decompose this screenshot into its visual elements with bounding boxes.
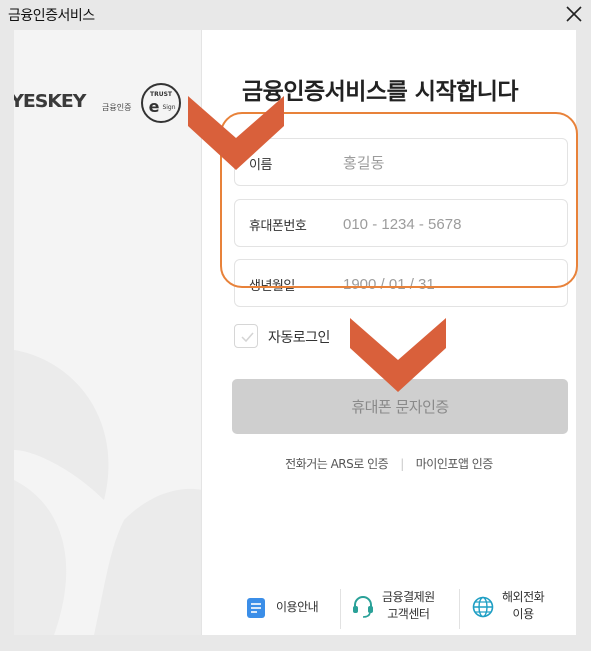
- link-divider: |: [400, 457, 404, 471]
- auth-window: 금융인증서비스 YESKEY 금융인증 TRUST e Sign 금융인증서비스…: [0, 0, 591, 651]
- overseas-call-link[interactable]: 해외전화이용: [468, 583, 568, 631]
- birthdate-field[interactable]: 생년월일: [234, 259, 568, 307]
- ars-auth-link[interactable]: 전화거는 ARS로 인증: [285, 457, 389, 471]
- myinfo-auth-link[interactable]: 마이인포앱 인증: [416, 457, 494, 471]
- overseas-call-label: 해외전화이용: [502, 589, 545, 623]
- auto-login-label: 자동로그인: [268, 330, 330, 346]
- page-title: 금융인증서비스를 시작합니다: [242, 79, 519, 105]
- name-label: 이름: [249, 158, 272, 173]
- auto-login-toggle[interactable]: 자동로그인: [234, 324, 354, 348]
- phone-label: 휴대폰번호: [249, 219, 307, 234]
- document-icon: [247, 598, 265, 618]
- support-line-1: 금융결제원: [382, 590, 435, 604]
- yeskey-logo-sub: 금융인증: [102, 103, 132, 112]
- check-icon: [241, 332, 254, 343]
- background-decoration: [14, 350, 201, 635]
- trust-esign-logo: TRUST e Sign: [141, 83, 181, 123]
- name-input[interactable]: [343, 149, 553, 177]
- birthdate-label: 생년월일: [249, 279, 295, 294]
- guide-label: 이용안내: [276, 600, 319, 614]
- phone-input[interactable]: [343, 210, 553, 238]
- footer-divider: [459, 589, 460, 629]
- login-form-area: 금융인증서비스를 시작합니다 이름 휴대폰번호 생년월일 자동로그인: [202, 30, 576, 635]
- footer-divider: [340, 589, 341, 629]
- title-bar: 금융인증서비스: [0, 0, 591, 30]
- birthdate-input[interactable]: [343, 270, 553, 298]
- support-center-label: 금융결제원고객센터: [382, 589, 435, 623]
- svg-text:e: e: [149, 97, 160, 116]
- support-center-link[interactable]: 금융결제원고객센터: [348, 583, 458, 631]
- alternative-auth-links: 전화거는 ARS로 인증 | 마이인포앱 인증: [202, 455, 576, 472]
- guide-link[interactable]: 이용안내: [242, 583, 342, 631]
- brand-sidebar: YESKEY 금융인증 TRUST e Sign: [14, 30, 202, 635]
- overseas-line-2: 이용: [512, 607, 535, 621]
- sms-auth-button[interactable]: 휴대폰 문자인증: [232, 379, 568, 434]
- window-title: 금융인증서비스: [8, 8, 95, 24]
- headset-icon: [353, 596, 373, 618]
- yeskey-logo: YESKEY: [14, 91, 86, 112]
- close-icon[interactable]: [563, 3, 585, 25]
- overseas-line-1: 해외전화: [502, 590, 545, 604]
- phone-field[interactable]: 휴대폰번호: [234, 199, 568, 247]
- svg-text:Sign: Sign: [162, 104, 175, 111]
- footer-links: 이용안내 금융결제원 고객센터 해외전화 이용: [202, 583, 576, 635]
- name-field[interactable]: 이름: [234, 138, 568, 186]
- auto-login-checkbox[interactable]: [234, 324, 258, 348]
- main-panel: YESKEY 금융인증 TRUST e Sign 금융인증서비스를 시작합니다 …: [14, 30, 576, 635]
- globe-icon: [472, 596, 494, 618]
- support-line-2: 고객센터: [387, 607, 430, 621]
